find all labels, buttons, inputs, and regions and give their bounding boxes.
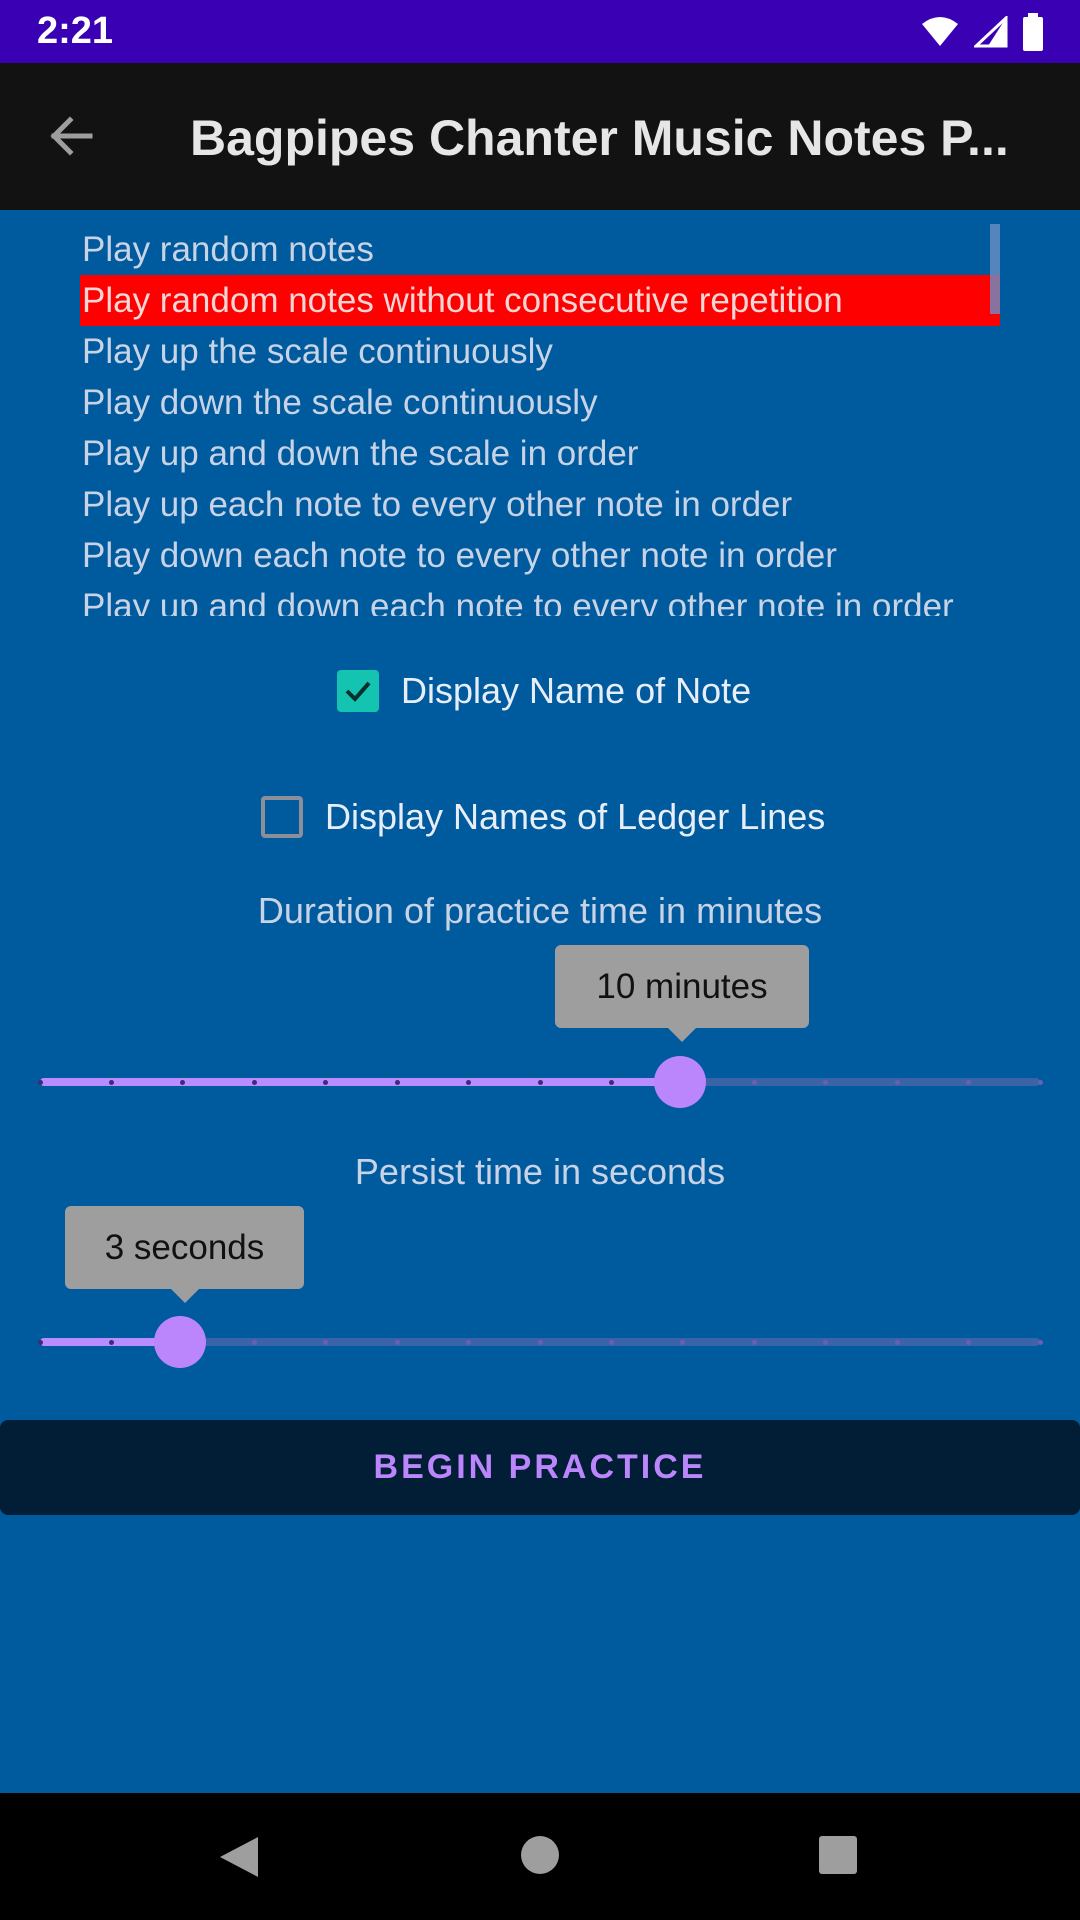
- page-title: Bagpipes Chanter Music Notes P...: [190, 110, 1009, 166]
- slider-tick: [608, 1340, 614, 1345]
- slider-tick: [608, 1080, 614, 1085]
- battery-icon: [1023, 13, 1043, 51]
- status-bar: 2:21: [0, 0, 1080, 63]
- list-scrollbar[interactable]: [990, 224, 1000, 314]
- display-note-name-checkbox[interactable]: [337, 670, 379, 712]
- app-bar: Bagpipes Chanter Music Notes P...: [0, 63, 1080, 210]
- persist-slider[interactable]: [37, 1316, 1043, 1368]
- slider-tick: [894, 1340, 900, 1345]
- slider-fill: [40, 1078, 680, 1086]
- display-ledger-names-option[interactable]: Display Names of Ledger Lines: [261, 796, 825, 838]
- slider-thumb[interactable]: [154, 1316, 206, 1368]
- slider-tick: [37, 1340, 43, 1345]
- status-time: 2:21: [37, 10, 114, 52]
- slider-tick: [1037, 1080, 1043, 1085]
- display-ledger-names-label: Display Names of Ledger Lines: [325, 796, 826, 837]
- slider-tick: [251, 1340, 257, 1345]
- slider-tick: [537, 1080, 543, 1085]
- back-arrow-icon[interactable]: [44, 108, 100, 164]
- nav-home-icon[interactable]: [520, 1835, 560, 1875]
- list-item[interactable]: Play random notes: [80, 224, 1000, 275]
- duration-value-tooltip: 10 minutes: [555, 945, 809, 1042]
- list-item[interactable]: Play down the scale continuously: [80, 377, 1000, 428]
- slider-tick: [1037, 1340, 1043, 1345]
- persist-label: Persist time in seconds: [354, 1151, 726, 1192]
- slider-tick: [894, 1080, 900, 1085]
- practice-mode-list[interactable]: Play random notes Play random notes with…: [80, 224, 1000, 616]
- slider-tick: [37, 1080, 43, 1085]
- check-icon: [345, 681, 371, 702]
- display-note-name-label: Display Name of Note: [401, 670, 752, 711]
- display-note-name-option[interactable]: Display Name of Note: [337, 670, 751, 712]
- cellular-signal-icon: [974, 16, 1008, 48]
- list-item[interactable]: Play up and down the scale in order: [80, 428, 1000, 479]
- slider-tick: [394, 1340, 400, 1345]
- slider-tick: [751, 1340, 757, 1345]
- display-ledger-names-checkbox[interactable]: [261, 796, 303, 838]
- list-item-selected[interactable]: Play random notes without consecutive re…: [80, 275, 1000, 326]
- nav-recents-icon[interactable]: [818, 1835, 858, 1875]
- list-item[interactable]: Play up and down each note to every othe…: [80, 581, 1000, 616]
- duration-label: Duration of practice time in minutes: [257, 890, 823, 931]
- slider-tick: [394, 1080, 400, 1085]
- duration-slider[interactable]: [37, 1056, 1043, 1108]
- slider-tick: [108, 1340, 114, 1345]
- list-item[interactable]: Play up the scale continuously: [80, 326, 1000, 377]
- list-item[interactable]: Play down each note to every other note …: [80, 530, 1000, 581]
- slider-tick: [251, 1080, 257, 1085]
- slider-tick: [108, 1080, 114, 1085]
- list-item[interactable]: Play up each note to every other note in…: [80, 479, 1000, 530]
- persist-value-tooltip: 3 seconds: [65, 1206, 304, 1303]
- status-icons: [920, 12, 1044, 52]
- begin-practice-button[interactable]: BEGIN PRACTICE: [0, 1420, 1080, 1515]
- slider-thumb[interactable]: [654, 1056, 706, 1108]
- wifi-icon: [922, 17, 958, 46]
- navigation-bar: [0, 1793, 1080, 1920]
- nav-back-icon[interactable]: [218, 1835, 260, 1879]
- slider-tick: [537, 1340, 543, 1345]
- slider-tick: [751, 1080, 757, 1085]
